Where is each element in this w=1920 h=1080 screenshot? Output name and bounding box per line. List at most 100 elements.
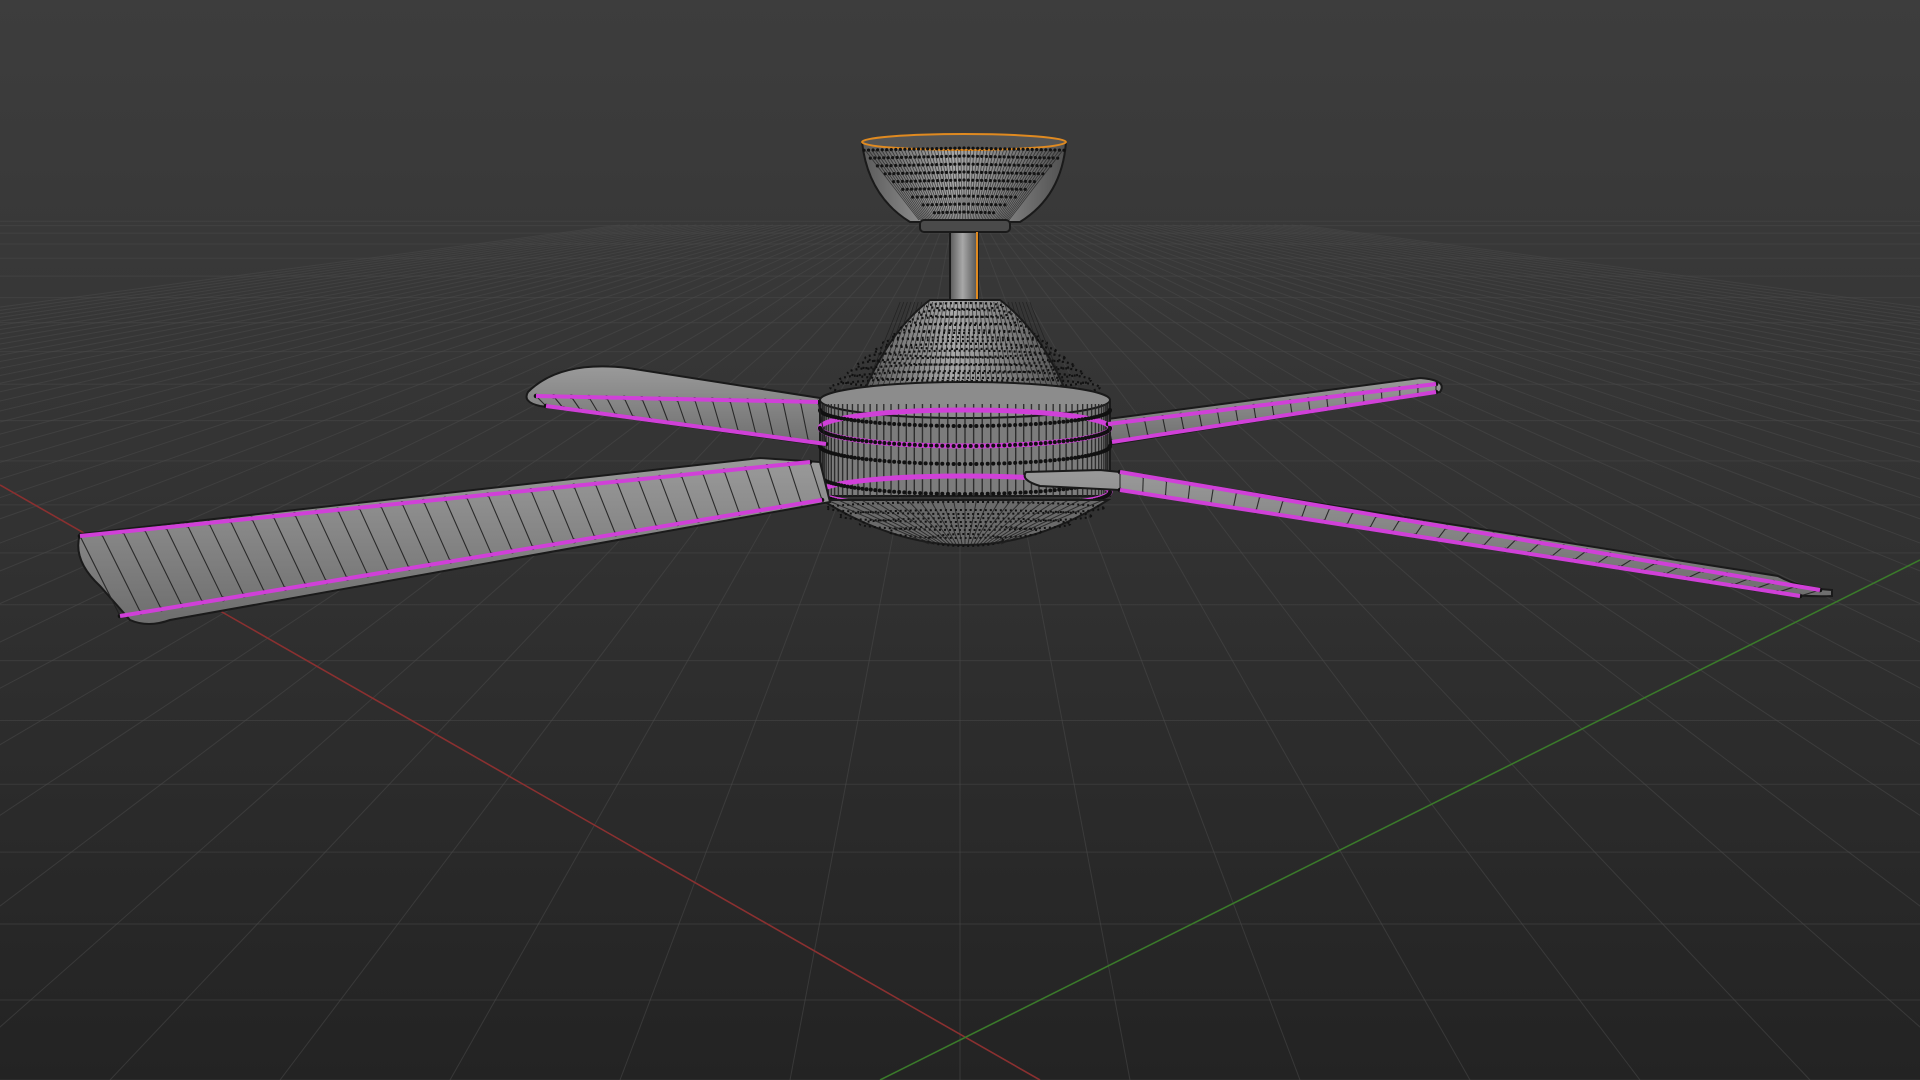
vertex [985, 146, 989, 151]
vertex [1033, 459, 1038, 464]
vertex [868, 420, 873, 425]
vertex [887, 489, 892, 494]
vertex [889, 148, 893, 152]
vertex [953, 170, 957, 174]
3d-viewport[interactable] [0, 0, 1920, 1080]
vertex [902, 460, 907, 465]
vertex [873, 458, 878, 463]
vertex [873, 488, 878, 493]
vertex [845, 436, 850, 441]
vertex [934, 423, 939, 428]
vertex [1013, 423, 1018, 428]
vertex [1002, 423, 1007, 428]
vertex [845, 417, 850, 422]
canopy-collar [919, 219, 1011, 233]
vertex [877, 488, 882, 493]
vertex [944, 146, 948, 150]
vertex [1048, 440, 1053, 445]
vertex [923, 423, 928, 428]
vertex [1043, 488, 1048, 493]
vertex [860, 486, 865, 491]
vertex [930, 147, 934, 151]
vertex [1023, 490, 1028, 495]
vertex [1052, 420, 1057, 425]
vertex [996, 491, 1001, 496]
vertex [945, 423, 950, 428]
vertex [957, 491, 962, 496]
fan-downrod[interactable] [949, 231, 979, 301]
vertex [1043, 421, 1048, 426]
vertex [985, 443, 990, 448]
edge-loop [1142, 475, 1144, 494]
vertex [951, 443, 956, 448]
vertex [856, 486, 861, 491]
vertex [877, 458, 882, 463]
vertex [1108, 444, 1112, 448]
vertex [980, 423, 985, 428]
vertex [968, 461, 973, 466]
vertex [887, 421, 892, 426]
vertex [980, 461, 985, 466]
vertex [968, 443, 973, 448]
vertex [1052, 458, 1057, 463]
fan-motor-housing[interactable] [817, 381, 1113, 512]
vertex [953, 186, 957, 190]
vertex [966, 146, 971, 150]
vertex [1048, 488, 1053, 493]
vertex [963, 492, 967, 496]
vertex [916, 147, 921, 151]
vertex [1069, 456, 1074, 461]
vertex [912, 147, 916, 151]
vertex [929, 491, 934, 496]
vertex [1007, 491, 1012, 496]
vertex [971, 154, 975, 158]
vertex [892, 441, 897, 446]
vertex [963, 424, 967, 428]
vertex [1002, 461, 1007, 466]
vertex [1023, 460, 1028, 465]
vertex [1023, 422, 1028, 427]
vertex [912, 490, 917, 495]
vertex [976, 146, 980, 150]
vertex [957, 461, 962, 466]
vertex [991, 461, 996, 466]
vertex [877, 440, 882, 445]
viewport-canvas[interactable] [0, 0, 1920, 1080]
vertex [974, 461, 979, 466]
vertex [1076, 455, 1081, 460]
vertex [1002, 491, 1007, 496]
vertex [856, 418, 861, 423]
vertex [963, 462, 967, 466]
vertex [897, 422, 902, 427]
vertex [980, 443, 985, 448]
vertex [918, 461, 923, 466]
vertex [1007, 443, 1012, 448]
vertex [1043, 440, 1048, 445]
vertex [912, 460, 917, 465]
vertex [856, 438, 861, 443]
vertex [892, 459, 897, 464]
vertex [957, 146, 962, 150]
vertex [897, 442, 902, 447]
vertex [971, 186, 975, 190]
vertex [873, 440, 878, 445]
vertex [868, 439, 873, 444]
vertex [918, 423, 923, 428]
vertex [1033, 489, 1038, 494]
vertex [1038, 459, 1043, 464]
vertex [945, 491, 950, 496]
vertex [1073, 455, 1078, 460]
vertex [951, 423, 956, 428]
vertex [1038, 441, 1043, 446]
vertex [923, 443, 928, 448]
vertex [882, 458, 887, 463]
vertex [1108, 408, 1112, 412]
vertex [892, 421, 897, 426]
vertex [1028, 442, 1033, 447]
vertex [907, 490, 912, 495]
vertex [918, 443, 923, 448]
vertex [929, 423, 934, 428]
vertex [1061, 439, 1066, 444]
vertex [856, 456, 861, 461]
vertex [966, 178, 971, 182]
